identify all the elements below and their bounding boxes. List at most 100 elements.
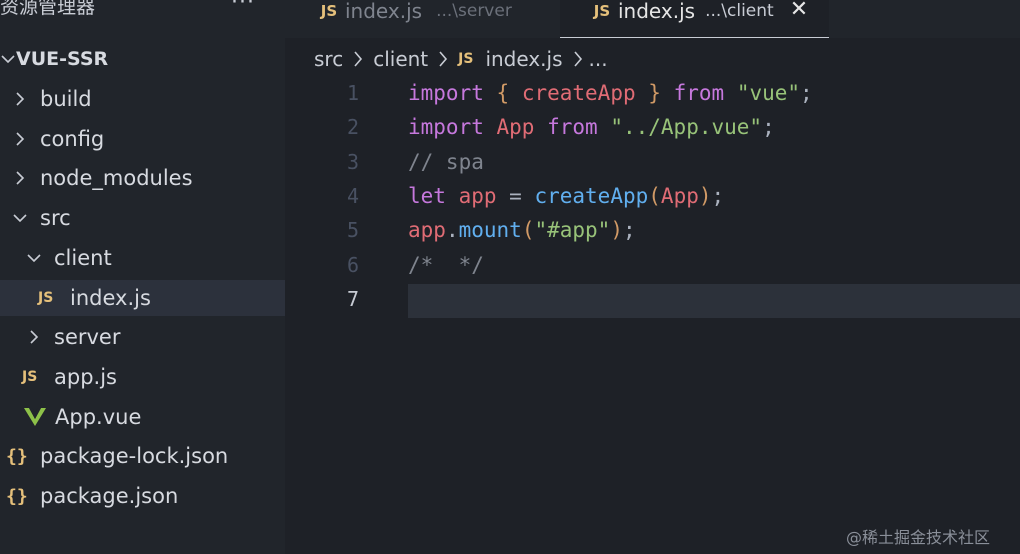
code-line[interactable]: 7 — [285, 283, 1020, 318]
code-token: app — [458, 183, 497, 208]
chevron-right-icon — [12, 91, 28, 107]
tree-item-node-modules[interactable]: node_modules — [0, 160, 285, 196]
code-line[interactable]: 5 app.mount("#app"); — [285, 215, 1020, 249]
breadcrumb-item[interactable]: ... — [589, 47, 608, 71]
tree-item-label: client — [54, 245, 112, 270]
tree-item-label: app.js — [54, 364, 117, 389]
json-file-icon: {} — [6, 485, 28, 507]
tree-item-label: index.js — [70, 285, 151, 310]
chevron-right-icon — [26, 329, 42, 345]
explorer-title: 资源管理器 — [0, 0, 96, 18]
close-icon[interactable]: ✕ — [790, 0, 808, 22]
code-token: "../App.vue" — [610, 115, 763, 140]
chevron-down-icon — [26, 250, 42, 266]
chevron-right-icon — [353, 50, 363, 68]
tree-item-label: node_modules — [40, 166, 193, 191]
breadcrumb-item[interactable]: src — [314, 47, 343, 71]
line-number: 2 — [346, 115, 359, 140]
chevron-right-icon — [573, 50, 583, 68]
code-token: app — [408, 218, 446, 243]
tab-path-hint: ...\client — [705, 0, 774, 21]
code-token: App — [660, 183, 699, 208]
tree-item-src[interactable]: src — [0, 200, 285, 236]
code-token: { — [496, 81, 510, 105]
tree-item-app-vue[interactable]: App.vue — [0, 399, 285, 435]
chevron-right-icon — [12, 131, 28, 147]
tree-item-package-json[interactable]: {} package.json — [0, 478, 285, 514]
code-line[interactable]: 4 let app = createApp(App); — [285, 181, 1020, 215]
tree-item-label: build — [40, 87, 92, 111]
explorer-sidebar: 资源管理器 ··· VUE-SSR build config node_module… — [0, 0, 285, 554]
code-text: let app = createApp(App); — [408, 184, 724, 208]
tree-item-package-lock-json[interactable]: {} package-lock.json — [0, 438, 285, 474]
code-token: "vue" — [736, 81, 801, 105]
watermark: @稀土掘金技术社区 — [846, 528, 991, 547]
chevron-right-icon — [438, 50, 448, 68]
tree-item-config[interactable]: config — [0, 121, 285, 157]
code-text: app.mount("#app"); — [408, 218, 636, 242]
code-token: from — [547, 115, 598, 140]
code-token: ) — [610, 218, 623, 243]
tab-index-js-client[interactable]: JS index.js ...\client ✕ — [560, 0, 829, 38]
code-editor[interactable]: 1 import { createApp } from "vue"; 2 import… — [285, 78, 1020, 554]
workspace-root[interactable]: VUE-SSR — [0, 44, 285, 74]
tab-path-hint: ...\server — [436, 1, 512, 21]
code-text: import App from "../App.vue"; — [408, 115, 775, 139]
tree-item-label: package-lock.json — [40, 444, 229, 469]
tree-item-label: src — [40, 206, 71, 231]
chevron-down-icon — [0, 51, 16, 67]
tree-item-label: server — [54, 325, 121, 350]
line-number: 7 — [346, 286, 359, 311]
code-token: ( — [648, 183, 661, 208]
workspace-root-label: VUE-SSR — [16, 48, 109, 70]
code-token: ) — [698, 183, 712, 208]
code-token: mount — [458, 218, 522, 243]
tree-item-label: config — [40, 126, 105, 151]
code-token: ; — [711, 183, 725, 208]
code-token: // spa — [408, 149, 484, 174]
tree-item-app-js[interactable]: JS app.js — [0, 359, 285, 395]
js-file-icon: JS — [458, 51, 474, 67]
tree-item-label: App.vue — [55, 404, 142, 429]
editor-tab-bar: JS index.js ...\server JS index.js ...\c… — [285, 0, 1020, 38]
code-token: App — [496, 115, 535, 140]
js-file-icon: JS — [320, 2, 338, 20]
code-line[interactable]: 2 import App from "../App.vue"; — [285, 112, 1020, 146]
code-token: import — [408, 81, 484, 105]
js-file-icon: JS — [38, 289, 54, 306]
line-number: 6 — [346, 252, 359, 277]
json-file-icon: {} — [6, 445, 28, 467]
code-token: createApp — [534, 183, 649, 208]
tab-filename: index.js — [345, 0, 423, 23]
tab-index-js-server[interactable]: JS index.js ...\server — [285, 0, 560, 38]
vue-file-icon — [24, 407, 55, 427]
code-text: /* */ — [408, 253, 484, 277]
code-line[interactable]: 1 import { createApp } from "vue"; — [285, 78, 1020, 112]
code-token: let — [408, 183, 446, 208]
code-text: // spa — [408, 150, 484, 174]
code-line[interactable]: 6 /* */ — [285, 250, 1020, 284]
breadcrumb-item[interactable]: index.js — [485, 47, 562, 71]
tree-item-server[interactable]: server — [0, 319, 285, 355]
breadcrumb-item[interactable]: client — [373, 47, 428, 71]
code-text: import { createApp } from "vue"; — [408, 81, 813, 105]
code-line[interactable]: 3 // spa — [285, 147, 1020, 181]
more-actions-icon[interactable]: ··· — [231, 0, 255, 15]
tree-item-client[interactable]: client — [0, 240, 285, 276]
tree-item-label: package.json — [40, 484, 179, 508]
explorer-header: 资源管理器 ··· — [0, 0, 285, 40]
line-number: 1 — [346, 81, 359, 105]
chevron-right-icon — [12, 170, 28, 186]
code-token: ; — [622, 218, 636, 243]
tree-item-index-js[interactable]: JS index.js — [0, 279, 285, 316]
code-token: from — [673, 81, 725, 105]
tree-item-build[interactable]: build — [0, 81, 285, 117]
